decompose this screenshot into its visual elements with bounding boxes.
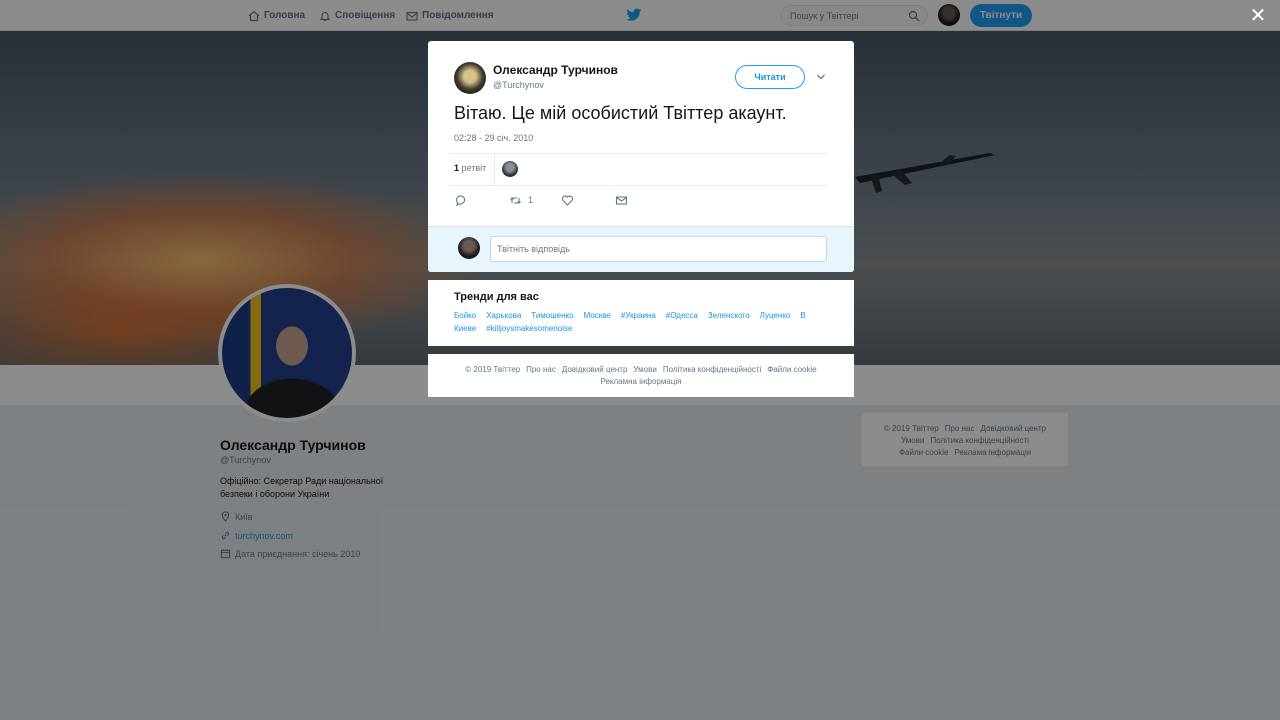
retweet-button[interactable]: 1 xyxy=(509,193,533,207)
tweet-author-avatar[interactable] xyxy=(454,62,486,94)
footer-privacy[interactable]: Політика конфіденційності xyxy=(663,365,761,374)
chevron-down-icon[interactable] xyxy=(816,72,826,82)
footer-copyright: © 2019 Твіттер xyxy=(465,365,521,374)
reply-input[interactable] xyxy=(490,236,827,262)
tweet-author-name[interactable]: Олександр Турчинов xyxy=(493,63,618,77)
divider xyxy=(450,153,828,154)
trend-item[interactable]: #Украина xyxy=(621,311,656,320)
trend-item[interactable]: Харькова xyxy=(486,311,521,320)
follow-button[interactable]: Читати xyxy=(735,65,805,89)
like-button[interactable] xyxy=(561,193,574,207)
trend-item[interactable]: Москве xyxy=(584,311,611,320)
stats-divider xyxy=(494,154,495,185)
trends-title: Тренди для вас xyxy=(454,291,539,303)
retweet-action-count: 1 xyxy=(528,195,534,205)
footer-terms[interactable]: Умови xyxy=(633,365,656,374)
trends-panel: Тренди для вас Бойко Харькова Тимошенко Мос… xyxy=(428,280,854,346)
close-icon[interactable]: ✕ xyxy=(1248,6,1268,26)
footer-cookies[interactable]: Файли cookie xyxy=(767,365,816,374)
retweet-icon xyxy=(510,196,521,204)
reply-user-avatar xyxy=(458,237,480,259)
tweet-author-handle[interactable]: @Turchynov xyxy=(493,80,544,90)
trend-item[interactable]: Луценко xyxy=(760,311,791,320)
retweet-stats[interactable]: 1 ретвіт xyxy=(454,163,486,173)
reply-composer xyxy=(428,226,854,272)
tweet-timestamp[interactable]: 02:28 - 29 січ. 2010 xyxy=(454,133,533,143)
trend-item[interactable]: Зеленского xyxy=(708,311,750,320)
trend-item[interactable]: #killjoysmakesomenoise xyxy=(486,324,572,333)
modal-footer: © 2019 Твіттер Про нас Довідковий центр Умо… xyxy=(428,354,854,397)
trend-item[interactable]: #Одесса xyxy=(666,311,698,320)
footer-about[interactable]: Про нас xyxy=(526,365,556,374)
tweet-modal: Олександр Турчинов @Turchynov Читати Віт… xyxy=(428,41,854,272)
trend-list: Бойко Харькова Тимошенко Москве #Украина #Оде… xyxy=(454,309,828,335)
retweet-label: ретвіт xyxy=(461,163,487,173)
footer-help[interactable]: Довідковий центр xyxy=(562,365,628,374)
trend-item[interactable]: Бойко xyxy=(454,311,476,320)
reply-icon xyxy=(455,194,466,206)
tweet-text: Вітаю. Це мій особистий Твіттер акаунт. xyxy=(454,103,787,123)
direct-message-button[interactable] xyxy=(615,193,628,207)
reply-button[interactable] xyxy=(455,193,468,207)
footer-ads-info[interactable]: Рекламна інформація xyxy=(600,377,681,386)
trend-item[interactable]: Тимошенко xyxy=(531,311,573,320)
heart-icon xyxy=(561,195,574,206)
envelope-icon xyxy=(615,195,628,205)
divider xyxy=(450,185,828,186)
retweet-count: 1 xyxy=(454,163,460,173)
retweeter-avatar[interactable] xyxy=(502,161,518,177)
